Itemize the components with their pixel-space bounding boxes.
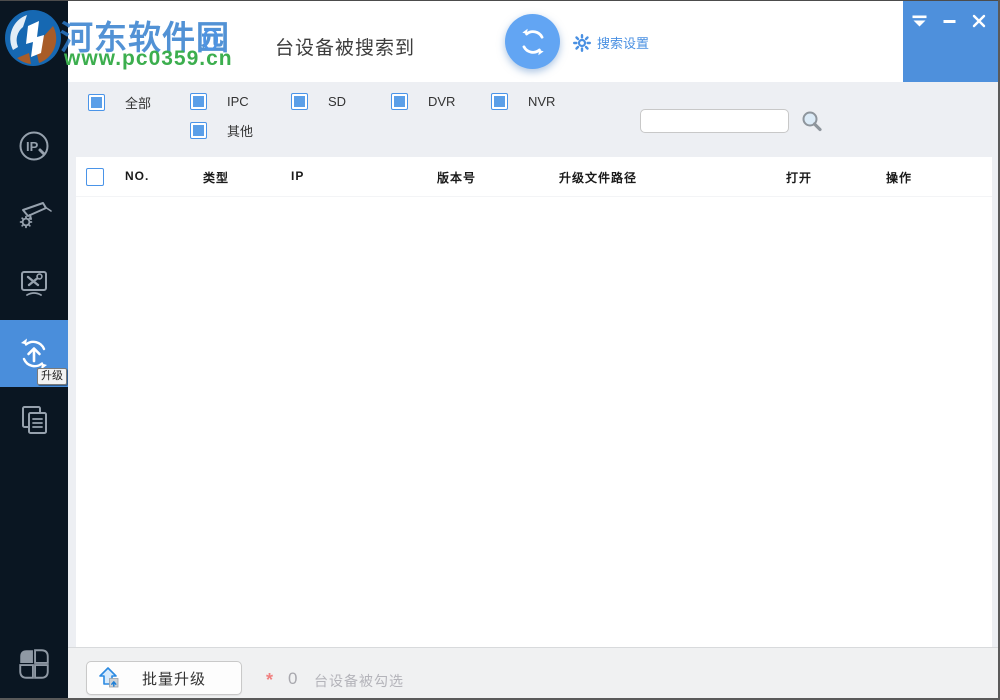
- column-header-open: 打开: [786, 169, 812, 186]
- four-petal-icon: [16, 646, 52, 682]
- sidebar-item-camera-config[interactable]: [0, 186, 68, 242]
- upgrade-icon: [15, 335, 53, 373]
- header: 0 台设备被搜索到 搜索设置: [68, 0, 1000, 82]
- refresh-search-button[interactable]: [505, 14, 560, 69]
- magnifier-icon: [799, 109, 825, 135]
- filter-label: 其他: [227, 121, 253, 140]
- documents-icon: [15, 401, 53, 439]
- filter-checkbox-all[interactable]: 全部: [88, 93, 151, 112]
- device-upgrade-tool-window: IP: [0, 0, 1000, 700]
- batch-upgrade-icon: [95, 665, 121, 691]
- select-all-checkbox[interactable]: [86, 168, 104, 186]
- filter-checkbox-dvr[interactable]: DVR: [391, 93, 455, 110]
- refresh-icon: [517, 26, 549, 58]
- sidebar-item-ip-config[interactable]: IP: [0, 118, 68, 174]
- sidebar-item-apps[interactable]: [0, 636, 68, 692]
- filter-label: DVR: [428, 94, 455, 109]
- skin-menu-button[interactable]: [911, 13, 927, 29]
- filter-checkbox-nvr[interactable]: NVR: [491, 93, 555, 110]
- checkbox-icon[interactable]: [391, 93, 408, 110]
- filter-label: 全部: [125, 93, 151, 112]
- checkbox-icon[interactable]: [190, 122, 207, 139]
- column-header-ip: IP: [291, 169, 304, 183]
- selected-count-label: 台设备被勾选: [314, 671, 404, 691]
- column-header-action: 操作: [886, 169, 912, 186]
- checkbox-icon[interactable]: [190, 93, 207, 110]
- table-body-empty: [76, 197, 992, 647]
- ip-edit-icon: IP: [15, 127, 53, 165]
- sidebar-item-maintenance[interactable]: [0, 256, 68, 312]
- filter-checkbox-ipc[interactable]: IPC: [190, 93, 249, 110]
- checkbox-icon[interactable]: [291, 93, 308, 110]
- close-icon: [972, 14, 986, 28]
- batch-upgrade-button[interactable]: 批量升级: [86, 661, 242, 695]
- sidebar-item-logs[interactable]: [0, 392, 68, 448]
- search-settings-label: 搜索设置: [597, 33, 649, 52]
- window-controls: [903, 0, 1000, 82]
- device-count-label: 台设备被搜索到: [275, 33, 415, 60]
- device-table: NO. 类型 IP 版本号 升级文件路径 打开 操作: [76, 157, 992, 647]
- selected-count: 0: [288, 669, 297, 689]
- column-header-no: NO.: [125, 169, 149, 183]
- filter-checkbox-other[interactable]: 其他: [190, 121, 253, 140]
- checkbox-icon[interactable]: [491, 93, 508, 110]
- window-border-top: [0, 0, 1000, 1]
- table-header-row: NO. 类型 IP 版本号 升级文件路径 打开 操作: [76, 157, 992, 197]
- column-header-type: 类型: [203, 169, 229, 186]
- filter-label: IPC: [227, 94, 249, 109]
- sidebar: IP: [0, 0, 68, 700]
- filter-label: NVR: [528, 94, 555, 109]
- monitor-tools-icon: [15, 265, 53, 303]
- svg-text:IP: IP: [26, 139, 39, 154]
- filter-label: SD: [328, 94, 346, 109]
- close-button[interactable]: [971, 13, 987, 29]
- search-button[interactable]: [799, 109, 825, 135]
- menu-triangle-icon: [912, 15, 927, 28]
- checkbox-icon[interactable]: [88, 94, 105, 111]
- camera-gear-icon: [15, 195, 53, 233]
- filter-checkbox-sd[interactable]: SD: [291, 93, 346, 110]
- upgrade-tooltip: 升级: [37, 368, 67, 385]
- device-count: 0: [202, 22, 219, 58]
- column-header-upgrade-file-path: 升级文件路径: [559, 169, 637, 186]
- required-marker: *: [266, 670, 273, 691]
- minimize-icon: [943, 15, 956, 28]
- batch-upgrade-label: 批量升级: [121, 668, 241, 689]
- gear-icon: [573, 34, 591, 52]
- search-settings-button[interactable]: 搜索设置: [573, 33, 649, 52]
- column-header-version: 版本号: [437, 169, 476, 186]
- search-input[interactable]: [640, 109, 789, 133]
- footer-bar: 批量升级 * 0 台设备被勾选: [68, 647, 998, 698]
- minimize-button[interactable]: [941, 13, 957, 29]
